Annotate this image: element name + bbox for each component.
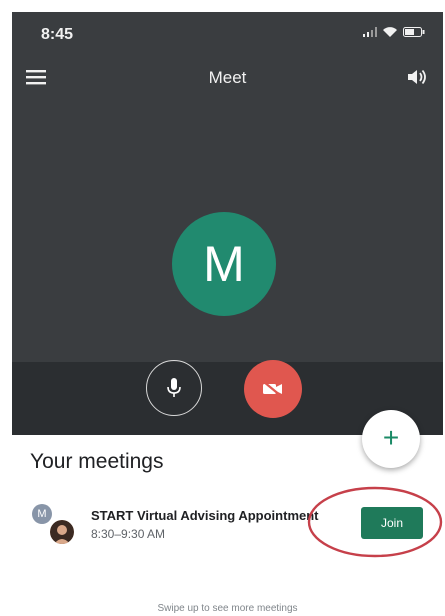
meeting-list-item[interactable]: M START Virtual Advising Appointment 8:3… bbox=[12, 496, 443, 568]
meetings-heading: Your meetings bbox=[30, 450, 164, 473]
meeting-title: START Virtual Advising Appointment bbox=[91, 508, 319, 523]
participant-avatar: M bbox=[172, 212, 276, 316]
swipe-hint: Swipe up to see more meetings bbox=[157, 603, 298, 614]
camera-off-button[interactable] bbox=[244, 360, 302, 418]
microphone-button[interactable] bbox=[146, 360, 202, 416]
status-time: 8:45 bbox=[41, 26, 74, 43]
phone-screen: 8:45 Meet M + Your meetings M START Virt… bbox=[12, 12, 443, 616]
meeting-time: 8:30–9:30 AM bbox=[91, 527, 166, 541]
app-title: Meet bbox=[208, 68, 247, 87]
status-icons bbox=[363, 27, 425, 37]
microphone-icon bbox=[167, 378, 181, 397]
new-meeting-fab[interactable]: + bbox=[362, 410, 420, 468]
meeting-avatar: M bbox=[32, 504, 52, 524]
join-button[interactable]: Join bbox=[361, 507, 423, 539]
camera-off-icon bbox=[263, 381, 282, 397]
attendee-avatar bbox=[48, 518, 76, 546]
wifi-icon bbox=[383, 27, 397, 37]
speaker-icon[interactable] bbox=[405, 66, 429, 88]
signal-icon bbox=[363, 27, 377, 37]
battery-icon bbox=[403, 27, 425, 37]
